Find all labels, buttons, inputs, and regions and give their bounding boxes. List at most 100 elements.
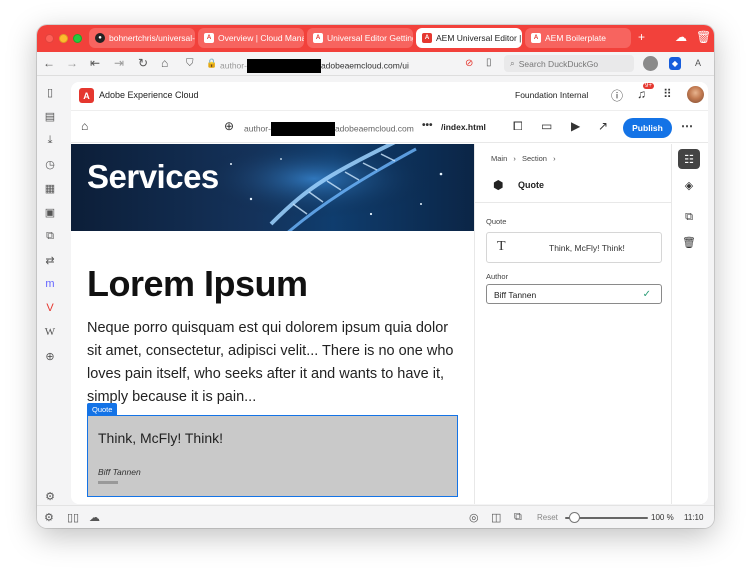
author-input[interactable]: Biff Tannen ✓ (486, 284, 662, 304)
org-switcher[interactable]: Foundation Internal (515, 90, 588, 100)
add-component-icon[interactable]: ⧉ (678, 207, 700, 227)
page-url-prefix: author- (244, 123, 271, 134)
downloads-icon[interactable]: ⤓ (43, 133, 57, 147)
notification-badge: 9+ (643, 83, 654, 89)
hero-banner[interactable]: Services (71, 144, 474, 231)
zoom-slider-handle[interactable] (569, 512, 581, 523)
component-cube-icon: ⬢ (493, 178, 504, 192)
history-icon[interactable]: ◷ (43, 157, 57, 171)
url-suffix: adobeaemcloud.com/ui (320, 60, 409, 71)
skip-forward-icon[interactable]: ⇥ (114, 56, 124, 70)
sync-icon[interactable]: ⇄ (43, 253, 57, 267)
app-switcher-grid-icon[interactable]: ⠿ (663, 87, 672, 101)
redacted-block (246, 59, 321, 73)
adobe-icon: A (313, 33, 323, 43)
zoom-window-button[interactable] (73, 34, 82, 43)
bookmark-icon[interactable]: ▯ (486, 57, 492, 68)
reload-icon[interactable]: ↻ (138, 56, 148, 70)
wikipedia-icon[interactable]: W (43, 325, 57, 339)
page-path[interactable]: /index.html (441, 122, 486, 132)
add-panel-icon[interactable]: ⊕ (43, 349, 57, 363)
more-options-icon[interactable]: ⋯ (681, 119, 693, 133)
quote-component[interactable]: Think, McFly! Think! Biff Tannen (87, 415, 458, 497)
right-rail: ☷ ◈ ⧉ 🗑 (671, 144, 708, 504)
zoom-reset-button[interactable]: Reset (537, 513, 558, 522)
avatar[interactable] (687, 86, 704, 103)
page-actions-icon[interactable]: ⧉ (514, 511, 522, 524)
shield-icon[interactable]: ⛉ (186, 58, 194, 69)
trash-icon[interactable]: 🗑 (696, 30, 711, 44)
quote-author[interactable]: Biff Tannen (98, 467, 141, 477)
desktop-preview-icon[interactable]: ▭ (541, 119, 552, 133)
new-tab-plus-icon[interactable]: + (638, 30, 645, 44)
breadcrumb-separator: › (553, 154, 556, 163)
url-field[interactable]: author-adobeaemcloud.com/ui (220, 59, 409, 73)
status-bar: ⚙ ▯▯ ☁ ◎ ◫ ⧉ Reset 100 % 11:10 (37, 505, 714, 528)
quote-text[interactable]: Think, McFly! Think! (98, 430, 223, 446)
autoplay-blocked-icon[interactable]: ⊘ (465, 58, 473, 69)
component-title: Quote (518, 180, 544, 190)
body-paragraph[interactable]: Neque porro quisquam est qui dolorem ips… (87, 317, 459, 409)
page-url[interactable]: author-adobeaemcloud.com (244, 122, 414, 136)
more-dots-icon[interactable]: ••• (422, 120, 433, 131)
author-input-value: Biff Tannen (494, 290, 537, 300)
breadcrumb: Main › Section › (491, 154, 560, 163)
sync-cloud-icon[interactable]: ☁ (89, 511, 100, 524)
tab-label: Overview | Cloud Manag (218, 33, 304, 43)
skip-back-icon[interactable]: ⇤ (90, 56, 100, 70)
open-external-icon[interactable]: ↗ (598, 119, 608, 133)
reader-mode-icon[interactable]: A (695, 58, 701, 68)
globe-icon: ⊕ (224, 119, 235, 133)
profile-icon[interactable] (643, 56, 658, 71)
panel-settings-icon[interactable]: ⚙ (44, 511, 54, 524)
app-title[interactable]: Adobe Experience Cloud (99, 90, 199, 100)
notifications-bell-icon[interactable]: ♫ (637, 87, 646, 101)
home-icon[interactable]: ⌂ (161, 56, 168, 70)
delete-icon[interactable]: 🗑 (678, 232, 700, 252)
layers-icon[interactable]: ◈ (678, 175, 700, 195)
forward-arrow-icon[interactable]: → (66, 56, 78, 70)
tile-layout-icon[interactable]: ▯▯ (67, 511, 79, 524)
properties-panel-icon[interactable]: ⧠ (513, 119, 523, 134)
hero-title[interactable]: Services (87, 158, 219, 196)
back-arrow-icon[interactable]: ← (43, 56, 55, 70)
breadcrumb-main[interactable]: Main (491, 154, 507, 163)
tiling-icon[interactable]: ◫ (491, 511, 501, 524)
page-heading[interactable]: Lorem Ipsum (87, 263, 308, 305)
mastodon-icon[interactable]: m (43, 277, 57, 291)
tab-label: AEM Boilerplate (545, 33, 606, 43)
vivaldi-icon[interactable]: V (43, 301, 57, 315)
settings-gear-icon[interactable]: ⚙ (43, 489, 57, 503)
tab-cloud-manager[interactable]: A Overview | Cloud Manag (198, 28, 304, 48)
search-box[interactable]: ⌕ Search DuckDuckGo (504, 55, 634, 72)
search-placeholder: Search DuckDuckGo (518, 58, 599, 69)
tab-aem-universal-editor[interactable]: A AEM Universal Editor | A (416, 28, 522, 48)
minimize-window-button[interactable] (59, 34, 68, 43)
bookmarks-icon[interactable]: ▯ (43, 85, 57, 99)
capture-icon[interactable]: ▣ (43, 205, 57, 219)
tab-github[interactable]: ● bohnertchris/universal- (89, 28, 195, 48)
tab-label: bohnertchris/universal- (109, 33, 195, 43)
home-icon[interactable]: ⌂ (81, 119, 88, 133)
experience-cloud-header: A Adobe Experience Cloud Foundation Inte… (71, 82, 708, 110)
properties-sliders-icon[interactable]: ☷ (678, 149, 700, 169)
notes-icon[interactable]: ▦ (43, 181, 57, 195)
close-window-button[interactable] (45, 34, 54, 43)
universal-editor-toolbar: ⌂ ⊕ author-adobeaemcloud.com ••• /index.… (71, 110, 708, 143)
tab-universal-editor-getting[interactable]: A Universal Editor Getting (307, 28, 413, 48)
breadcrumb-section[interactable]: Section (522, 154, 547, 163)
reading-list-icon[interactable]: ▤ (43, 109, 57, 123)
translate-icon[interactable]: ⧉ (43, 229, 57, 243)
cloud-icon[interactable]: ☁ (675, 30, 687, 44)
checkmark-icon: ✓ (642, 289, 651, 300)
capture-page-icon[interactable]: ◎ (469, 511, 479, 524)
adobe-icon: A (204, 33, 214, 43)
breadcrumb-separator: › (513, 154, 516, 163)
adobe-logo-icon[interactable]: A (79, 88, 94, 103)
help-icon[interactable]: ⓘ (611, 87, 623, 104)
tab-aem-boilerplate[interactable]: A AEM Boilerplate (525, 28, 631, 48)
preview-play-icon[interactable]: ▶ (571, 119, 580, 133)
bitwarden-icon[interactable]: ◆ (669, 57, 681, 70)
publish-button[interactable]: Publish (623, 118, 672, 138)
quote-richtext-field[interactable]: T Think, McFly! Think! (486, 232, 662, 263)
